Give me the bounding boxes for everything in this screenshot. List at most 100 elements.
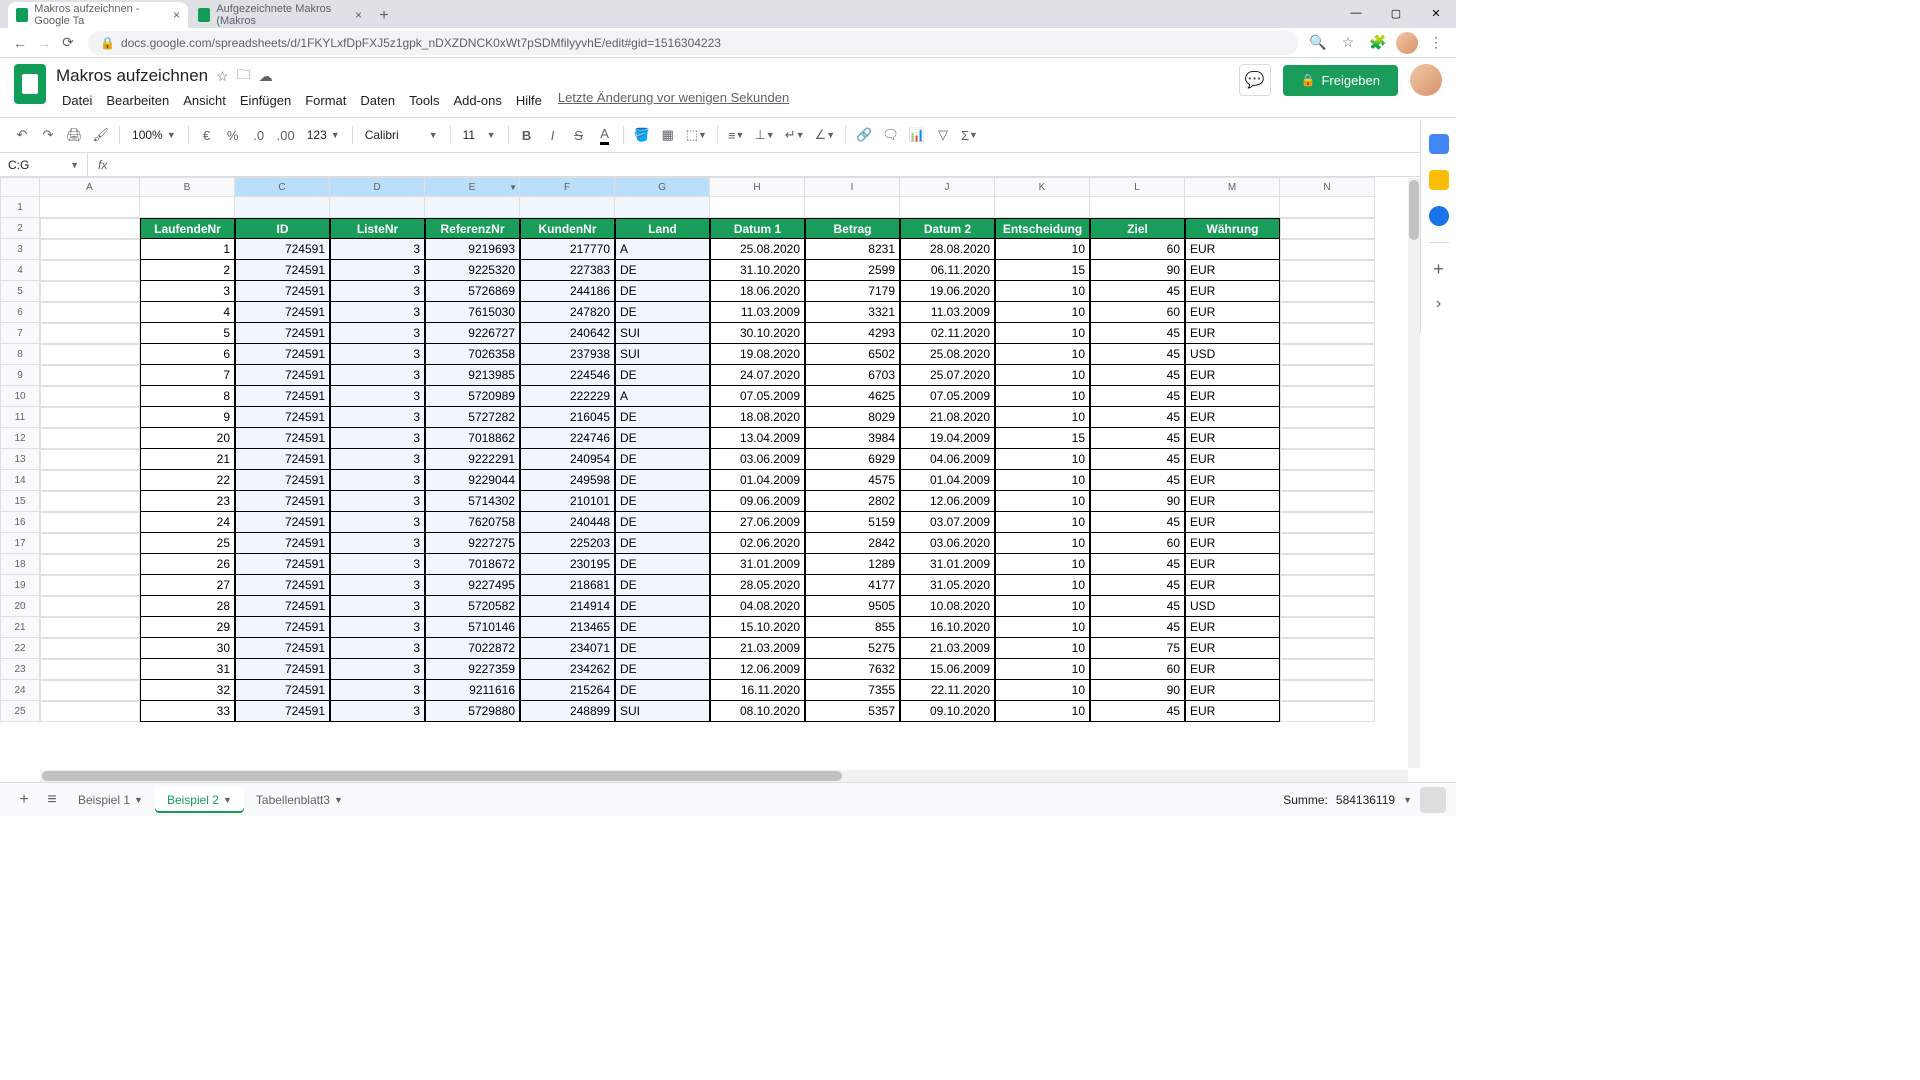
table-cell[interactable]: 4: [140, 302, 235, 323]
table-cell[interactable]: 8: [140, 386, 235, 407]
table-cell[interactable]: DE: [615, 407, 710, 428]
table-cell[interactable]: 3: [330, 554, 425, 575]
table-cell[interactable]: 1289: [805, 554, 900, 575]
cell[interactable]: [235, 197, 330, 218]
table-cell[interactable]: EUR: [1185, 323, 1280, 344]
column-header-D[interactable]: D: [330, 177, 425, 197]
table-cell[interactable]: 3: [330, 239, 425, 260]
table-cell[interactable]: 90: [1090, 491, 1185, 512]
back-button[interactable]: ←: [8, 31, 32, 55]
cell[interactable]: [40, 596, 140, 617]
cell[interactable]: [1185, 197, 1280, 218]
table-cell[interactable]: 01.04.2009: [710, 470, 805, 491]
row-header[interactable]: 5: [0, 281, 40, 302]
sheets-logo[interactable]: [14, 64, 46, 104]
table-cell[interactable]: 7022872: [425, 638, 520, 659]
close-icon[interactable]: ×: [355, 8, 362, 22]
cell[interactable]: [40, 470, 140, 491]
new-tab-button[interactable]: +: [372, 4, 396, 28]
column-header-L[interactable]: L: [1090, 177, 1185, 197]
table-cell[interactable]: 90: [1090, 680, 1185, 701]
table-cell[interactable]: 19.08.2020: [710, 344, 805, 365]
table-cell[interactable]: SUI: [615, 701, 710, 722]
table-cell[interactable]: 5720989: [425, 386, 520, 407]
table-cell[interactable]: 4293: [805, 323, 900, 344]
table-cell[interactable]: 01.04.2009: [900, 470, 995, 491]
table-cell[interactable]: 3: [330, 659, 425, 680]
browser-tab[interactable]: Aufgezeichnete Makros (Makros ×: [190, 2, 370, 28]
table-cell[interactable]: 5726869: [425, 281, 520, 302]
table-header-cell[interactable]: KundenNr: [520, 218, 615, 239]
cell[interactable]: [40, 197, 140, 218]
last-edit-text[interactable]: Letzte Änderung vor wenigen Sekunden: [558, 90, 789, 111]
merge-button[interactable]: ⬚▼: [682, 123, 711, 147]
table-cell[interactable]: 11.03.2009: [900, 302, 995, 323]
print-button[interactable]: 🖨: [62, 123, 87, 147]
table-cell[interactable]: SUI: [615, 344, 710, 365]
table-cell[interactable]: 19.04.2009: [900, 428, 995, 449]
rotate-button[interactable]: ∠▼: [811, 123, 840, 147]
table-cell[interactable]: 09.10.2020: [900, 701, 995, 722]
table-header-cell[interactable]: Datum 2: [900, 218, 995, 239]
row-header[interactable]: 23: [0, 659, 40, 680]
table-cell[interactable]: 3: [330, 323, 425, 344]
table-header-cell[interactable]: Währung: [1185, 218, 1280, 239]
table-cell[interactable]: 7620758: [425, 512, 520, 533]
table-cell[interactable]: 09.06.2009: [710, 491, 805, 512]
table-cell[interactable]: 7632: [805, 659, 900, 680]
table-cell[interactable]: 11.03.2009: [710, 302, 805, 323]
table-cell[interactable]: 3: [330, 617, 425, 638]
table-cell[interactable]: 224546: [520, 365, 615, 386]
table-cell[interactable]: 8231: [805, 239, 900, 260]
formula-input[interactable]: [117, 153, 1456, 176]
table-cell[interactable]: EUR: [1185, 554, 1280, 575]
table-cell[interactable]: 27.06.2009: [710, 512, 805, 533]
cell[interactable]: [40, 554, 140, 575]
table-cell[interactable]: EUR: [1185, 701, 1280, 722]
table-cell[interactable]: DE: [615, 659, 710, 680]
close-icon[interactable]: ×: [173, 8, 180, 22]
chevron-down-icon[interactable]: ▼: [223, 795, 232, 805]
table-cell[interactable]: 724591: [235, 449, 330, 470]
table-cell[interactable]: 45: [1090, 428, 1185, 449]
add-sheet-button[interactable]: +: [10, 786, 38, 814]
table-cell[interactable]: 07.05.2009: [900, 386, 995, 407]
more-formats-button[interactable]: 123▼: [301, 128, 346, 142]
cell[interactable]: [1280, 659, 1375, 680]
row-header[interactable]: 1: [0, 197, 40, 218]
table-cell[interactable]: 222229: [520, 386, 615, 407]
table-cell[interactable]: 23: [140, 491, 235, 512]
table-cell[interactable]: 10: [995, 344, 1090, 365]
column-header-G[interactable]: G: [615, 177, 710, 197]
menu-ansicht[interactable]: Ansicht: [177, 90, 232, 111]
table-cell[interactable]: 10: [995, 701, 1090, 722]
table-cell[interactable]: 724591: [235, 323, 330, 344]
table-cell[interactable]: 3: [330, 407, 425, 428]
table-cell[interactable]: 10: [995, 323, 1090, 344]
table-cell[interactable]: SUI: [615, 323, 710, 344]
table-cell[interactable]: 21: [140, 449, 235, 470]
table-cell[interactable]: EUR: [1185, 260, 1280, 281]
table-cell[interactable]: 3: [330, 344, 425, 365]
table-cell[interactable]: 03.06.2020: [900, 533, 995, 554]
table-cell[interactable]: 45: [1090, 512, 1185, 533]
italic-button[interactable]: I: [541, 123, 565, 147]
table-cell[interactable]: EUR: [1185, 470, 1280, 491]
table-cell[interactable]: 30: [140, 638, 235, 659]
cell[interactable]: [40, 512, 140, 533]
text-color-button[interactable]: A: [593, 123, 617, 147]
cell[interactable]: [1090, 197, 1185, 218]
table-cell[interactable]: 5159: [805, 512, 900, 533]
table-cell[interactable]: EUR: [1185, 491, 1280, 512]
table-cell[interactable]: EUR: [1185, 638, 1280, 659]
cell[interactable]: [1280, 260, 1375, 281]
table-cell[interactable]: 3: [330, 680, 425, 701]
table-cell[interactable]: 6929: [805, 449, 900, 470]
cell[interactable]: [1280, 680, 1375, 701]
column-header-J[interactable]: J: [900, 177, 995, 197]
table-cell[interactable]: 28: [140, 596, 235, 617]
table-header-cell[interactable]: ID: [235, 218, 330, 239]
table-cell[interactable]: DE: [615, 596, 710, 617]
functions-button[interactable]: Σ▼: [957, 123, 982, 147]
cell[interactable]: [710, 197, 805, 218]
